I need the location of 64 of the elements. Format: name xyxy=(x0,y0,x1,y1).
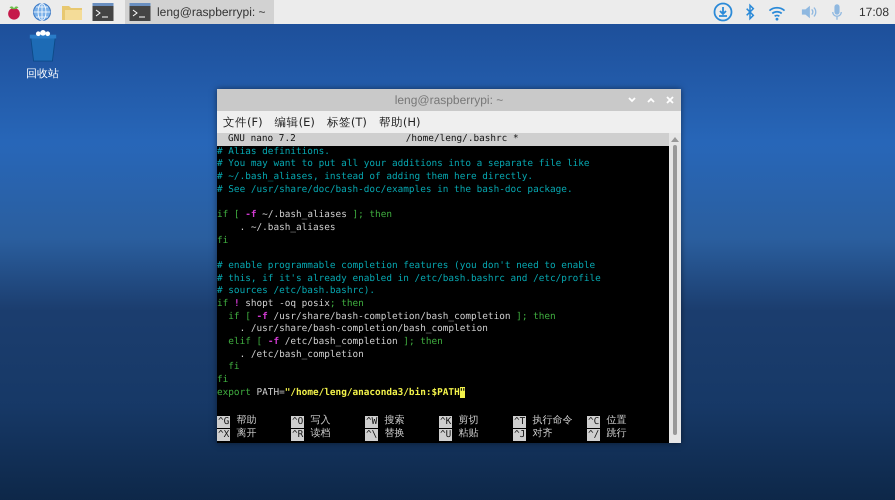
shortcut-key: ^/ xyxy=(587,428,600,440)
shortcut-key: ^C xyxy=(587,416,600,428)
code-line: # ~/.bash_aliases, instead of adding them here directly. xyxy=(217,171,534,184)
menu-item[interactable]: 文件(F) xyxy=(223,114,263,130)
code-line: . ~/.bash_aliases xyxy=(238,222,336,235)
shortcut-key: ^X xyxy=(217,428,230,440)
shortcut-key: ^O xyxy=(291,416,304,428)
scrollbar-thumb[interactable] xyxy=(673,145,677,435)
download-icon[interactable] xyxy=(712,2,733,22)
microphone-icon[interactable] xyxy=(830,2,843,22)
shortcut-label: 离开 xyxy=(236,428,256,441)
taskbar-window-button[interactable]: leng@raspberrypi: ~ xyxy=(125,0,274,24)
code-line: if ! shopt -oq posix; then xyxy=(217,298,364,311)
maximize-icon[interactable] xyxy=(646,95,656,105)
shortcut-label: 帮助 xyxy=(236,415,256,428)
shortcut-label: 读档 xyxy=(310,428,330,441)
minimize-icon[interactable] xyxy=(627,95,637,105)
code-line: # enable programmable completion features (you don't need to enable xyxy=(217,260,596,273)
shortcut-label: 替换 xyxy=(384,428,404,441)
shortcut-label: 剪切 xyxy=(458,415,478,428)
shortcut-label: 对齐 xyxy=(532,428,552,441)
globe-icon[interactable] xyxy=(32,2,52,22)
code-line: # You may want to put all your additions into a separate file like xyxy=(217,158,590,172)
code-line: export PATH="/home/leng/anaconda3/bin:$PATH" xyxy=(217,386,466,400)
code-line: # See /usr/share/doc/bash-doc/examples in the bash-doc package. xyxy=(217,184,573,196)
code-line: fi xyxy=(227,361,240,374)
close-icon[interactable] xyxy=(665,95,675,105)
code-line: . /etc/bash_completion xyxy=(239,348,364,362)
desktop-icon-label[interactable]: 回收站 xyxy=(26,66,59,81)
code-line: fi xyxy=(217,374,228,387)
file-path: /home/leng/.bashrc * xyxy=(406,133,519,146)
window-title: leng@raspberrypi: ~ xyxy=(394,93,504,107)
code-line: fi xyxy=(217,234,228,248)
shortcut-label: 粘贴 xyxy=(458,428,478,441)
shortcut-key: ^T xyxy=(513,416,526,428)
menu-item[interactable]: 标签(T) xyxy=(326,114,367,130)
code-line: # Alias definitions. xyxy=(217,146,330,158)
shortcut-key: ^U xyxy=(439,428,452,440)
shortcut-key: ^W xyxy=(365,416,378,428)
shortcut-label: 跳行 xyxy=(606,428,626,441)
shortcut-label: 执行命令 xyxy=(532,415,572,428)
menu-item[interactable]: 帮助(H) xyxy=(378,114,420,130)
terminal-icon[interactable] xyxy=(92,2,114,22)
shortcut-key: ^R xyxy=(291,428,304,440)
code-line: if [ -f ~/.bash_aliases ]; then xyxy=(217,209,392,222)
shortcut-key: ^G xyxy=(217,416,230,428)
code-line: # this, if it's already enabled in /etc/bash.bashrc and /etc/profile xyxy=(217,272,601,286)
scroll-up-icon[interactable] xyxy=(671,136,679,142)
terminal-icon xyxy=(129,2,151,22)
shortcut-key: ^K xyxy=(439,416,452,428)
code-line: . /usr/share/bash-completion/bash_completion xyxy=(238,323,488,336)
nano-version: GNU nano 7.2 xyxy=(228,133,296,146)
bluetooth-icon[interactable] xyxy=(744,3,755,21)
shortcut-label: 写入 xyxy=(310,415,330,428)
shortcut-key: ^\ xyxy=(365,428,378,440)
code-line: elif [ -f /etc/bash_completion ]; then xyxy=(227,336,443,349)
shortcut-label: 搜索 xyxy=(384,415,404,428)
clock[interactable]: 17:08 xyxy=(858,5,889,19)
shortcut-label: 位置 xyxy=(606,415,626,428)
code-line: # sources /etc/bash.bashrc). xyxy=(217,285,376,298)
scrollbar[interactable] xyxy=(669,133,681,443)
code-line: if [ -f /usr/share/bash-completion/bash_completion ]; then xyxy=(227,310,556,324)
shortcut-key: ^J xyxy=(513,428,526,440)
menu-item[interactable]: 编辑(E) xyxy=(274,114,315,130)
